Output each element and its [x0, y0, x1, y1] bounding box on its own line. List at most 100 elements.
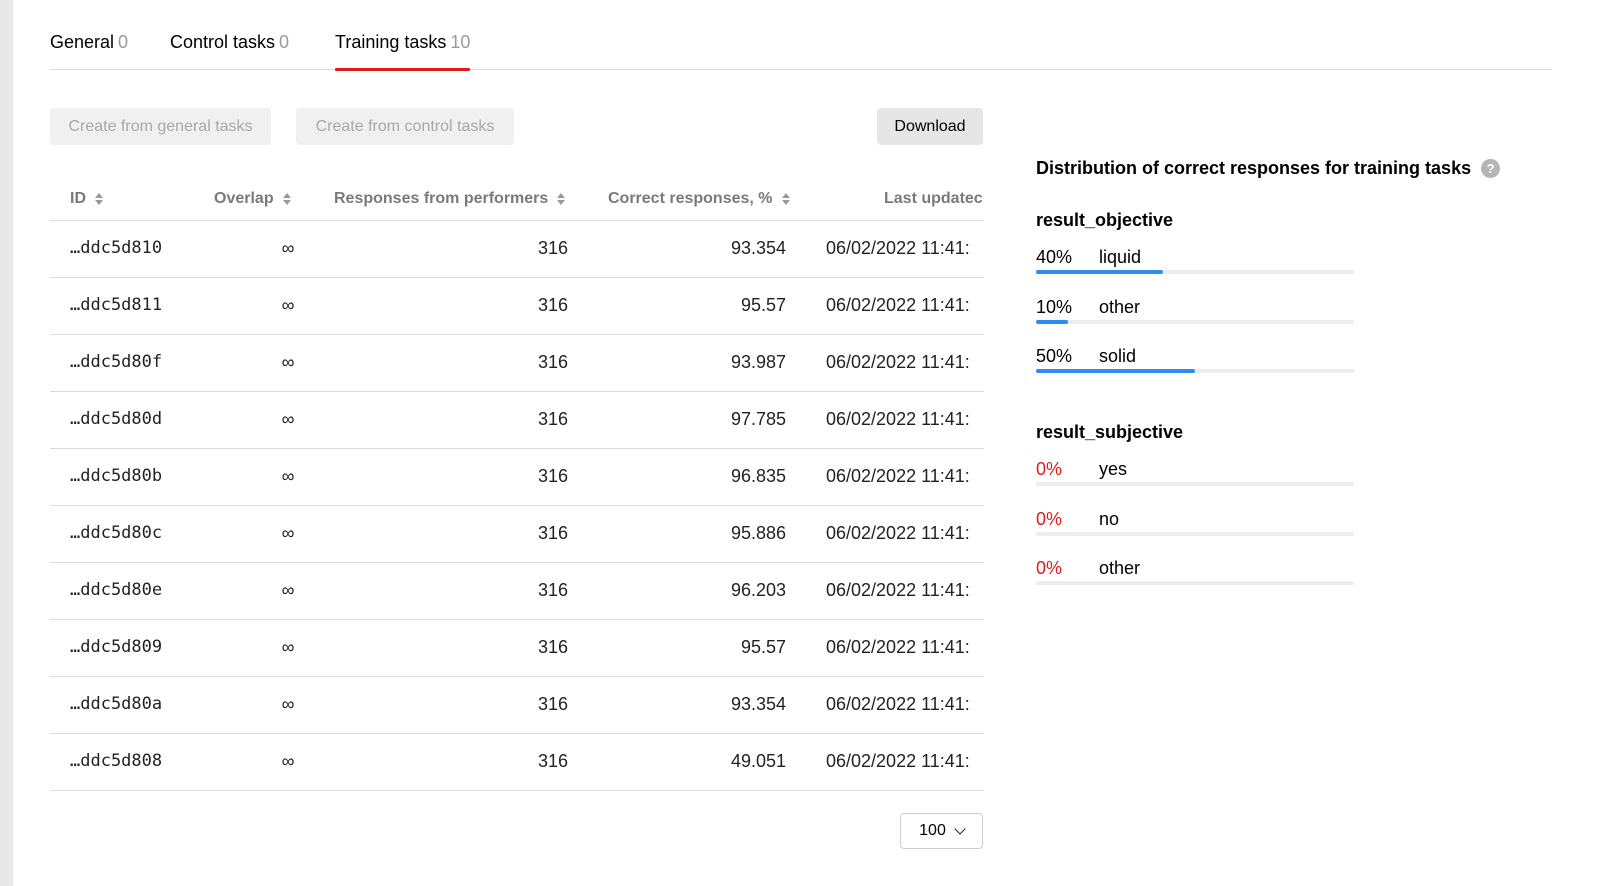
help-icon[interactable]: ? [1481, 159, 1501, 178]
sort-icon[interactable] [282, 192, 291, 206]
cell-id: …ddc5d810 [70, 238, 163, 258]
tab-training-tasks-label: Training tasks [335, 32, 447, 52]
column-header-id-label: ID [70, 190, 86, 207]
tab-general[interactable]: General 0 [50, 32, 128, 70]
cell-overlap: ∞ [281, 694, 295, 714]
distribution-item-label: other [1099, 558, 1141, 578]
column-header-last-updated[interactable]: Last updatec [884, 190, 983, 208]
cell-correct: 95.886 [730, 523, 786, 543]
distribution-item-label: solid [1099, 346, 1137, 366]
page-size-value: 100 [919, 822, 946, 839]
table-row[interactable]: …ddc5d80b ∞ 316 96.835 06/02/2022 11:41: [50, 449, 984, 506]
table-row[interactable]: …ddc5d80a ∞ 316 93.354 06/02/2022 11:41: [50, 677, 984, 734]
tab-control-tasks-label: Control tasks [170, 32, 276, 52]
progress-bar-fill [1036, 369, 1195, 373]
tab-general-count: 0 [118, 32, 129, 52]
tab-training-tasks[interactable]: Training tasks 10 [335, 32, 471, 71]
cell-overlap: ∞ [281, 295, 295, 315]
distribution-item-label: liquid [1099, 247, 1142, 267]
cell-last-updated: 06/02/2022 11:41: [826, 751, 970, 771]
cell-responses: 316 [537, 409, 568, 429]
cell-responses: 316 [537, 352, 568, 372]
distribution-item-percent: 0% [1036, 558, 1063, 578]
table-row[interactable]: …ddc5d809 ∞ 316 95.57 06/02/2022 11:41: [50, 620, 984, 677]
cell-responses: 316 [537, 295, 568, 315]
distribution-panel: Distribution of correct responses for tr… [1036, 158, 1556, 585]
distribution-item: 0% no [1036, 509, 1354, 545]
tab-general-label: General [50, 32, 115, 52]
page-size-select[interactable]: 100 [900, 813, 983, 849]
sort-icon[interactable] [95, 192, 103, 206]
cell-responses: 316 [537, 238, 568, 258]
column-header-correct-label: Correct responses, % [608, 190, 773, 207]
cell-responses: 316 [537, 637, 568, 657]
table-row[interactable]: …ddc5d811 ∞ 316 95.57 06/02/2022 11:41: [50, 278, 984, 335]
column-header-overlap[interactable]: Overlap [214, 190, 291, 208]
table-row[interactable]: …ddc5d808 ∞ 316 49.051 06/02/2022 11:41: [50, 734, 984, 791]
cell-id: …ddc5d811 [70, 295, 163, 315]
distribution-title-text: Distribution of correct responses for tr… [1036, 158, 1472, 178]
progress-bar-track [1036, 270, 1354, 274]
distribution-item-label: other [1099, 297, 1141, 317]
distribution-item-label: yes [1099, 459, 1128, 479]
cell-responses: 316 [537, 523, 568, 543]
cell-correct: 97.785 [730, 409, 786, 429]
distribution-item: 10% other [1036, 297, 1354, 333]
distribution-item-percent: 40% [1036, 247, 1073, 267]
cell-last-updated: 06/02/2022 11:41: [826, 580, 970, 600]
progress-bar-fill [1036, 320, 1068, 324]
cell-id: …ddc5d808 [70, 751, 163, 771]
tab-control-tasks-count: 0 [279, 32, 290, 52]
column-header-last-updated-label: Last updatec [884, 190, 983, 207]
column-header-correct[interactable]: Correct responses, % [608, 190, 790, 208]
cell-responses: 316 [537, 466, 568, 486]
cell-correct: 96.835 [730, 466, 786, 486]
cell-responses: 316 [537, 694, 568, 714]
table-row[interactable]: …ddc5d80d ∞ 316 97.785 06/02/2022 11:41: [50, 392, 984, 449]
tab-training-tasks-count: 10 [450, 32, 471, 52]
distribution-item: 0% yes [1036, 459, 1354, 495]
sort-icon[interactable] [557, 192, 566, 206]
cell-correct: 49.051 [730, 751, 786, 771]
cell-overlap: ∞ [281, 580, 295, 600]
cell-responses: 316 [537, 580, 568, 600]
column-header-id[interactable]: ID [70, 190, 103, 208]
cell-overlap: ∞ [281, 238, 295, 258]
download-button[interactable]: Download [877, 108, 983, 145]
cell-id: …ddc5d80c [70, 523, 163, 543]
cell-last-updated: 06/02/2022 11:41: [826, 466, 970, 486]
distribution-item-label: no [1099, 509, 1120, 529]
distribution-title: Distribution of correct responses for tr… [1036, 158, 1556, 179]
cell-last-updated: 06/02/2022 11:41: [826, 238, 970, 258]
cell-correct: 96.203 [730, 580, 786, 600]
distribution-item: 40% liquid [1036, 247, 1354, 283]
column-header-overlap-label: Overlap [214, 190, 274, 207]
cell-last-updated: 06/02/2022 11:41: [826, 523, 970, 543]
progress-bar-fill [1036, 270, 1164, 274]
cell-id: …ddc5d80f [70, 352, 163, 372]
cell-overlap: ∞ [281, 637, 295, 657]
cell-id: …ddc5d80d [70, 409, 163, 429]
cell-last-updated: 06/02/2022 11:41: [826, 694, 970, 714]
create-from-control-tasks-button[interactable]: Create from control tasks [296, 108, 514, 145]
table-row[interactable]: …ddc5d80c ∞ 316 95.886 06/02/2022 11:41: [50, 506, 984, 563]
table-row[interactable]: …ddc5d80e ∞ 316 96.203 06/02/2022 11:41: [50, 563, 984, 620]
cell-id: …ddc5d80b [70, 466, 163, 486]
tabs-bar: General 0 Control tasks 0 Training tasks 10 [50, 0, 1552, 71]
sort-icon[interactable] [781, 192, 790, 206]
distribution-item-percent: 50% [1036, 346, 1073, 366]
table-row[interactable]: …ddc5d810 ∞ 316 93.354 06/02/2022 11:41: [50, 221, 984, 278]
cell-last-updated: 06/02/2022 11:41: [826, 637, 970, 657]
cell-id: …ddc5d80a [70, 694, 163, 714]
distribution-item-percent: 10% [1036, 297, 1073, 317]
cell-correct: 93.354 [730, 238, 786, 258]
cell-overlap: ∞ [281, 751, 295, 771]
column-header-responses[interactable]: Responses from performers [334, 190, 566, 208]
create-from-general-tasks-button[interactable]: Create from general tasks [50, 108, 271, 145]
cell-correct: 93.354 [730, 694, 786, 714]
table-row[interactable]: …ddc5d80f ∞ 316 93.987 06/02/2022 11:41: [50, 335, 984, 392]
progress-bar-track [1036, 369, 1354, 373]
table-body: …ddc5d810 ∞ 316 93.354 06/02/2022 11:41: …ddc… [50, 221, 984, 791]
progress-bar-track [1036, 482, 1354, 486]
tab-control-tasks[interactable]: Control tasks 0 [170, 32, 289, 70]
